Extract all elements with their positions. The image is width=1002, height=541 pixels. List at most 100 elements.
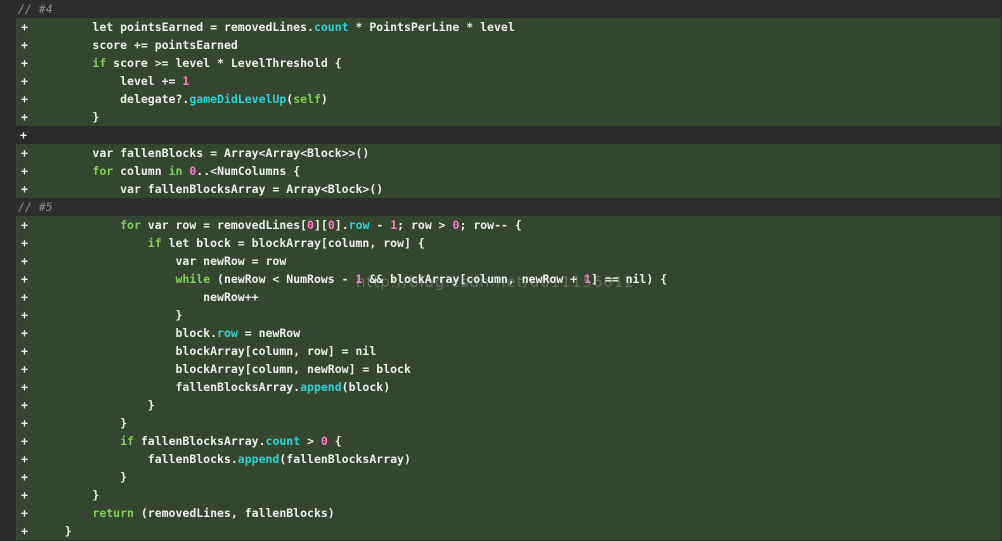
code-line: + var fallenBlocksArray = Array<Block>(): [16, 180, 1001, 198]
code-token: = newRow: [237, 326, 301, 340]
code-token: fallenBlocksArray.: [133, 434, 266, 448]
code-text: for var row = removedLines[0][0].row - 1…: [37, 216, 522, 234]
diff-added-marker: +: [21, 506, 28, 520]
code-token: ][: [313, 218, 328, 232]
code-line: + }: [16, 306, 1001, 324]
code-token: let pointsEarned = removedLines.: [92, 20, 314, 34]
diff-added-marker: +: [21, 218, 28, 232]
member-token: append: [237, 452, 280, 466]
diff-added-marker: +: [21, 74, 28, 88]
diff-added-marker: +: [21, 164, 28, 178]
code-line: + }: [16, 468, 1001, 486]
diff-added-marker: +: [21, 20, 28, 34]
diff-added-marker: +: [21, 416, 28, 430]
code-text: let pointsEarned = removedLines.count * …: [37, 18, 514, 36]
code-token: fallenBlocksArray.: [175, 380, 301, 394]
code-line: + }: [16, 396, 1001, 414]
number-token: 1: [584, 272, 591, 286]
code-token: level +=: [120, 74, 183, 88]
code-token: >: [300, 434, 321, 448]
keyword-token: if: [92, 56, 107, 70]
diff-added-marker: +: [21, 38, 28, 52]
code-token: newRow++: [203, 290, 259, 304]
diff-added-marker: +: [21, 290, 28, 304]
code-token: blockArray[column, newRow] = block: [175, 362, 411, 376]
code-text: if score >= level * LevelThreshold {: [37, 54, 342, 72]
code-line: + newRow++: [16, 288, 1001, 306]
code-line: + if fallenBlocksArray.count > 0 {: [16, 432, 1001, 450]
code-text: }: [37, 522, 72, 540]
keyword-token: return: [92, 506, 134, 520]
code-line: + var newRow = row: [16, 252, 1001, 270]
code-line: + blockArray[column, row] = nil: [16, 342, 1001, 360]
code-token: ] == nil) {: [590, 272, 668, 286]
number-token: 0: [327, 218, 335, 232]
diff-added-marker: +: [21, 380, 28, 394]
code-text: }: [37, 486, 99, 504]
number-token: 0: [307, 218, 314, 232]
code-text: var newRow = row: [37, 252, 286, 270]
diff-added-marker: +: [21, 308, 28, 322]
code-text: block.row = newRow: [37, 324, 300, 342]
code-line: + if score >= level * LevelThreshold {: [16, 54, 1001, 72]
code-line: + score += pointsEarned: [16, 36, 1001, 54]
code-text: var fallenBlocks = Array<Array<Block>>(): [37, 144, 369, 162]
code-line: +: [16, 126, 1001, 144]
code-token: ; row >: [397, 218, 453, 232]
keyword-token: if: [147, 236, 162, 250]
code-text: score += pointsEarned: [37, 36, 238, 54]
code-token: ): [320, 92, 328, 106]
code-token: var row = removedLines[: [140, 218, 308, 232]
member-token: append: [300, 380, 342, 394]
diff-added-marker: +: [21, 56, 28, 70]
code-token: ].: [334, 218, 349, 232]
code-token: }: [147, 398, 155, 412]
code-line: + fallenBlocksArray.append(block): [16, 378, 1001, 396]
diff-added-marker: +: [21, 110, 28, 124]
number-token: 0: [320, 434, 328, 448]
code-text: blockArray[column, row] = nil: [37, 342, 376, 360]
diff-added-marker: +: [21, 398, 28, 412]
code-token: }: [175, 308, 183, 322]
member-token: row: [348, 218, 370, 232]
code-token: delegate?.: [120, 92, 190, 106]
code-token: && blockArray[column, newRow +: [362, 272, 585, 286]
diff-added-marker: +: [21, 344, 28, 358]
code-token: score += pointsEarned: [92, 38, 238, 52]
code-token: }: [120, 470, 128, 484]
code-line: + if let block = blockArray[column, row]…: [16, 234, 1001, 252]
diff-added-marker: +: [20, 128, 27, 142]
code-token: -: [369, 218, 391, 232]
number-token: 1: [182, 74, 190, 88]
code-token: fallenBlocks.: [147, 452, 238, 466]
code-line: + while (newRow < NumRows - 1 && blockAr…: [16, 270, 1001, 288]
code-token: var fallenBlocks = Array<Array<Block>>(): [92, 146, 370, 160]
code-text: return (removedLines, fallenBlocks): [37, 504, 334, 522]
code-token: }: [64, 524, 72, 538]
code-token: (fallenBlocksArray): [279, 452, 411, 466]
diff-comment-line: // #4: [16, 0, 1001, 18]
code-diff-view: // #4 + let pointsEarned = removedLines.c…: [0, 0, 1002, 540]
code-line: + var fallenBlocks = Array<Array<Block>>…: [16, 144, 1001, 162]
code-line: + }: [16, 486, 1001, 504]
code-token: score >= level * LevelThreshold {: [106, 56, 342, 70]
code-text: level += 1: [37, 72, 189, 90]
keyword-token: while: [175, 272, 211, 286]
member-token: count: [265, 434, 301, 448]
code-text: }: [37, 108, 99, 126]
keyword-token: if: [120, 434, 134, 448]
